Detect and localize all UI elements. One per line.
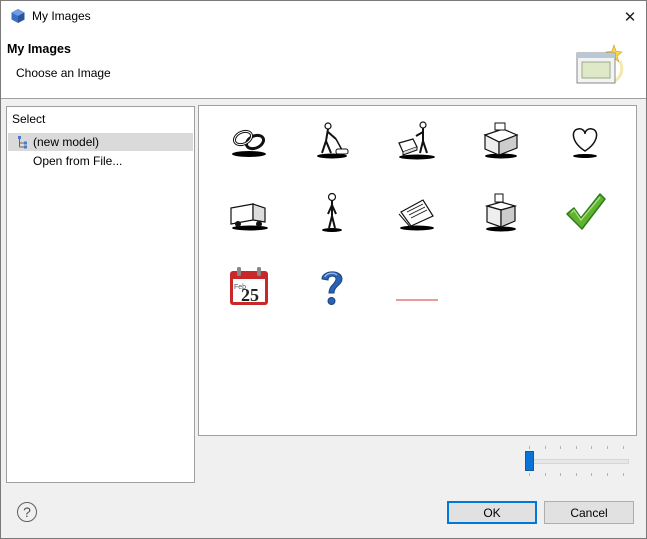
- slider-track: [529, 459, 629, 464]
- standing-person-icon: [322, 192, 342, 232]
- calendar-day-text: 25: [241, 285, 259, 305]
- image-grid: Feb 25: [198, 105, 637, 436]
- help-icon: ?: [23, 504, 31, 520]
- image-cell[interactable]: [296, 251, 368, 323]
- calendar-icon: Feb 25: [230, 267, 268, 305]
- red-line-icon: [396, 299, 438, 301]
- wizard-banner-icon: [576, 44, 624, 85]
- app-cube-icon: [11, 9, 25, 23]
- person-vacuuming-icon: [317, 122, 349, 159]
- delivery-truck-icon: [230, 203, 268, 231]
- tree-item-label: (new model): [33, 135, 100, 149]
- tree-item-new-model[interactable]: (new model): [8, 133, 193, 151]
- image-cell[interactable]: [381, 103, 453, 175]
- office-equipment-icon: [483, 122, 519, 159]
- chain-links-icon: [232, 129, 266, 157]
- dialog-window: My Images ✕ My Images Choose an Image Se…: [0, 0, 647, 539]
- help-button[interactable]: ?: [17, 502, 37, 522]
- image-cell[interactable]: [549, 103, 621, 175]
- tree-item-label: Open from File...: [33, 154, 123, 168]
- title-bar: My Images ✕: [1, 1, 646, 32]
- close-icon: ✕: [623, 8, 637, 26]
- select-panel: Select (new model) Open from File...: [6, 106, 195, 483]
- green-checkmark-icon: [566, 193, 606, 230]
- cash-register-icon: [484, 193, 518, 232]
- header-description: Choose an Image: [16, 66, 111, 80]
- image-cell[interactable]: [213, 176, 285, 248]
- image-cell[interactable]: Feb 25: [213, 251, 285, 323]
- heart-icon: [572, 128, 598, 158]
- papers-documents-icon: [398, 199, 434, 231]
- cancel-button[interactable]: Cancel: [544, 501, 634, 524]
- zoom-slider[interactable]: [523, 443, 631, 479]
- panel-title: Select: [12, 112, 46, 126]
- image-cell[interactable]: [213, 103, 285, 175]
- image-cell[interactable]: [465, 103, 537, 175]
- image-cell[interactable]: [549, 176, 621, 248]
- ok-button[interactable]: OK: [447, 501, 537, 524]
- image-cell[interactable]: [296, 103, 368, 175]
- model-tree-icon: [18, 136, 27, 149]
- image-cell[interactable]: [296, 176, 368, 248]
- image-cell[interactable]: [381, 251, 453, 323]
- image-cell[interactable]: [381, 176, 453, 248]
- worker-with-machine-icon: [398, 121, 435, 160]
- question-mark-icon: [321, 271, 343, 305]
- close-button[interactable]: ✕: [614, 1, 646, 32]
- header-title: My Images: [7, 42, 71, 56]
- image-cell[interactable]: [465, 176, 537, 248]
- wizard-header: My Images Choose an Image: [1, 32, 646, 99]
- slider-thumb[interactable]: [525, 451, 534, 471]
- tree-item-open-from-file[interactable]: Open from File...: [8, 152, 193, 170]
- window-title: My Images: [32, 9, 91, 23]
